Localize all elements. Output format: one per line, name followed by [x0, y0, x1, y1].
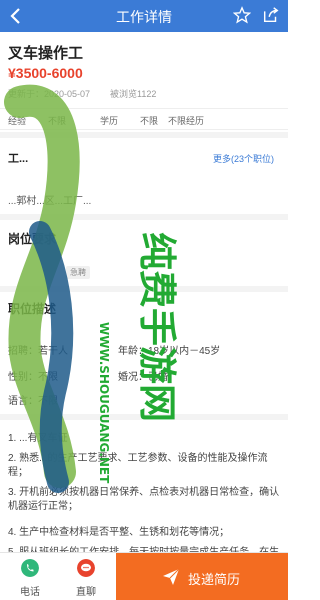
job-title: 叉车操作工	[8, 45, 84, 62]
description-line: 3. 开机前必须按机器日常保养、点检表对机器日常检查，确认机器运行正常；	[8, 487, 280, 512]
tag: 不限	[48, 116, 67, 126]
description-title: 职位描述	[8, 302, 57, 316]
watermark-text: 纯费手游网	[135, 232, 179, 422]
description-line: 2. 熟悉...的生产工艺要求、工艺参数、设备的性能及操作流程；	[8, 453, 268, 478]
requirement-headcount: 招聘：若干人	[8, 346, 68, 357]
chat-label: 直聊	[76, 587, 96, 598]
star-icon[interactable]	[233, 6, 251, 24]
paper-plane-icon	[163, 568, 180, 585]
job-tags: 经验 不限 学历 不限 不限经历	[0, 108, 288, 130]
divider	[0, 414, 288, 420]
apply-button[interactable]: 投递简历	[116, 553, 288, 600]
top-app-bar: 工作详情	[0, 0, 288, 32]
tag: 不限经历	[168, 116, 205, 126]
requirement-gender: 性别：不限	[8, 372, 58, 383]
requirement-language: 语言：不限	[8, 396, 58, 407]
update-time: 更新于：2020-05-07	[8, 89, 91, 99]
phone-label: 电话	[20, 587, 40, 598]
tag: 不限	[140, 116, 159, 126]
apply-label: 投递简历	[188, 572, 241, 587]
description-line: 4. 生产中检查材料是否平整、生锈和划花等情况；	[8, 527, 230, 538]
tag: 经验	[8, 116, 27, 126]
divider	[0, 132, 288, 138]
requirements-title: 岗位要求	[8, 232, 57, 246]
chat-icon	[77, 559, 95, 577]
divider	[0, 286, 288, 292]
company-name[interactable]: 工...	[8, 150, 28, 166]
bottom-action-bar: 电话 直聊 投递简历	[0, 552, 288, 600]
tag: 学历	[100, 116, 119, 126]
share-icon[interactable]	[262, 6, 280, 24]
description-line: 1. ...有叉车证	[8, 433, 68, 444]
urgent-badge: 急聘	[66, 266, 90, 279]
salary: ¥3500-6000	[8, 65, 83, 81]
chat-button[interactable]: 直聊	[58, 553, 114, 600]
requirement-age: 年龄：18岁以内－45岁	[118, 346, 221, 357]
phone-icon	[21, 559, 39, 577]
requirement-marital: 婚况：已婚	[118, 372, 168, 383]
view-count: 被浏览1122	[110, 89, 157, 99]
company-address: ...郭村...区...工厂...	[8, 196, 92, 207]
divider	[0, 214, 288, 220]
phone-button[interactable]: 电话	[2, 553, 58, 600]
company-jobs-link[interactable]: 更多(23个职位)	[213, 152, 274, 165]
